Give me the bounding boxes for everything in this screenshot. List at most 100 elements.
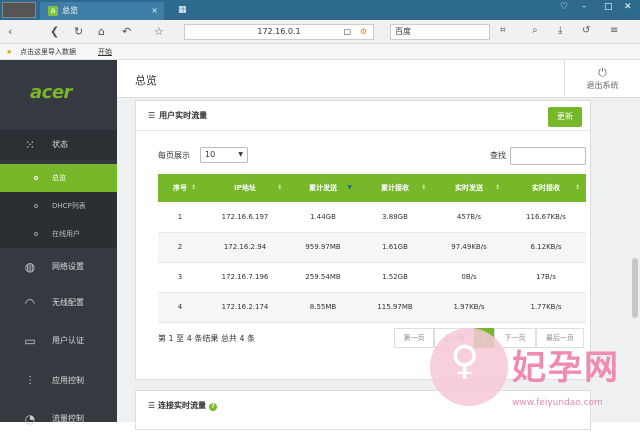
crop-icon[interactable]: ⌗ <box>500 25 506 36</box>
column-header[interactable]: IP地址 ⇕ <box>202 174 288 202</box>
bullet-icon <box>34 232 38 236</box>
column-header[interactable]: 序号 ⇕ <box>158 174 202 202</box>
tab-close-icon[interactable]: × <box>151 2 158 20</box>
panel-title: ☰ 用户实时流量 <box>148 110 207 121</box>
menu-icon[interactable]: ≡ <box>610 25 618 36</box>
speed-icon: ◔ <box>24 412 36 426</box>
sidebar-item-label: 无线配置 <box>52 298 84 307</box>
scrollbar-thumb[interactable] <box>632 258 638 318</box>
sidebar: acer ⁙ 状态 总览 DHCP列表 在线用户 ◍ 网络设置 ◠ 无线配置 ▭… <box>0 60 117 426</box>
table-cell: 457B/s <box>432 202 506 233</box>
panel-title-text: 用户实时流量 <box>159 111 208 120</box>
list-icon: ☰ <box>148 111 156 120</box>
column-label: 实时接收 <box>532 184 560 192</box>
sidebar-item-label: 状态 <box>52 140 68 149</box>
undo-icon[interactable]: ↶ <box>122 25 131 38</box>
table-cell: 3 <box>158 262 202 293</box>
sort-icon: ⇕ <box>574 184 580 191</box>
column-header[interactable]: 实时发送 ⇕ <box>432 174 506 202</box>
page-size-select[interactable]: 10 ▼ <box>200 147 248 163</box>
logout-label: 退出系统 <box>586 81 619 90</box>
sort-icon: ⇕ <box>420 184 426 191</box>
refresh-button[interactable]: 更新 <box>548 107 582 127</box>
maximize-icon[interactable]: □ <box>604 2 613 12</box>
table-cell: 17B/s <box>506 262 586 293</box>
column-label: 累计发送 <box>309 184 337 192</box>
help-icon[interactable]: ? <box>208 403 217 411</box>
page-size-label: 每页展示 <box>158 151 190 160</box>
column-header[interactable]: 累计发送 ▼ <box>288 174 358 202</box>
page-title: 总览 <box>135 74 157 87</box>
back-icon[interactable]: ‹ <box>8 25 12 38</box>
bookmark-start-link[interactable]: 开始 <box>98 44 112 60</box>
minimize-icon[interactable]: – <box>582 2 587 12</box>
list-icon: ☰ <box>148 401 158 410</box>
bookmark-import-link[interactable]: 点击这里导入数据 <box>20 44 76 60</box>
engine-switch-icon[interactable]: ⚙ <box>360 25 367 39</box>
table-search-input[interactable] <box>510 147 586 165</box>
refresh-icon[interactable]: ↻ <box>74 25 83 38</box>
undo-close-icon[interactable]: ↺ <box>582 25 590 36</box>
home-icon[interactable]: ⌂ <box>98 25 105 38</box>
bullet-icon <box>34 204 38 208</box>
sidebar-sub-label: DHCP列表 <box>52 202 86 210</box>
sort-icon: ⇕ <box>494 184 500 191</box>
sidebar-item-network[interactable]: ◍ 网络设置 <box>0 252 117 282</box>
sidebar-sub-overview[interactable]: 总览 <box>0 164 117 192</box>
column-label: 累计接收 <box>381 184 409 192</box>
sidebar-item-label: 流量控制 <box>52 414 84 423</box>
power-icon: ⏻ <box>598 66 607 79</box>
watermark: ♀ 妃孕网 www.feiyundao.com <box>428 328 640 422</box>
tab-grid-icon[interactable]: ▦ <box>178 5 187 15</box>
back-arrow-icon[interactable]: ❮ <box>50 25 59 38</box>
table-cell: 3.88GB <box>358 202 432 233</box>
page-header: 总览 ⏻ 退出系统 <box>117 60 640 98</box>
download-icon[interactable]: ⤓ <box>558 25 562 36</box>
search-engine-label: 百度 <box>395 27 411 36</box>
table-cell: 0B/s <box>432 262 506 293</box>
address-bar[interactable]: 172.16.0.1 ▢ ⚙ <box>184 24 374 40</box>
sort-icon: ⇕ <box>190 184 196 191</box>
bookmark-star-icon: ★ <box>6 48 13 56</box>
wifi-icon: ◠ <box>24 296 36 310</box>
table-cell: 172.16.6.197 <box>202 202 288 233</box>
watermark-url: www.feiyundao.com <box>512 398 603 408</box>
page-icon: ▢ <box>343 27 351 36</box>
table-cell: 116.67KB/s <box>506 202 586 233</box>
column-header[interactable]: 累计接收 ⇕ <box>358 174 432 202</box>
panel-header: ☰ 用户实时流量 更新 <box>136 101 592 131</box>
watermark-text: 妃孕网 <box>512 348 620 388</box>
table-cell: 4 <box>158 292 202 323</box>
table-cell: 1.97KB/s <box>432 292 506 323</box>
browser-menu-button[interactable] <box>2 2 36 18</box>
browser-tab[interactable]: a 总览 × <box>40 2 164 20</box>
panel-title: ☰ 连接实时流量? <box>148 400 217 411</box>
sidebar-item-auth[interactable]: ▭ 用户认证 <box>0 326 117 356</box>
page-size-value: 10 <box>205 150 216 159</box>
column-header[interactable]: 实时接收 ⇕ <box>506 174 586 202</box>
brand-logo: acer <box>30 82 72 103</box>
search-label: 查找 <box>490 151 506 160</box>
table-cell: 172.16.2.174 <box>202 292 288 323</box>
sidebar-item-app-control[interactable]: ⫶ 应用控制 <box>0 366 117 396</box>
table-cell: 1.61GB <box>358 232 432 263</box>
traffic-table: 序号 ⇕ IP地址 ⇕ 累计发送 ▼ 累计接收 ⇕ 实时发送 ⇕ 实时接收 ⇕ 1 172.… <box>158 174 586 323</box>
favorite-star-icon[interactable]: ☆ <box>154 25 164 38</box>
table-cell: 1 <box>158 202 202 233</box>
table-cell: 97.49KB/s <box>432 232 506 263</box>
sidebar-item-label: 应用控制 <box>52 376 84 385</box>
sidebar-item-flow-control[interactable]: ◔ 流量控制 <box>0 404 117 434</box>
skin-icon[interactable]: ♡ <box>560 2 568 12</box>
pregnant-woman-icon: ♀ <box>450 338 480 384</box>
globe-icon: ◍ <box>24 260 36 274</box>
sidebar-item-wireless[interactable]: ◠ 无线配置 <box>0 288 117 318</box>
sidebar-sub-dhcp[interactable]: DHCP列表 <box>0 192 117 220</box>
sidebar-sub-online-users[interactable]: 在线用户 <box>0 220 117 248</box>
sliders-icon: ⫶ <box>28 374 32 388</box>
logout-button[interactable]: ⏻ 退出系统 <box>564 60 640 98</box>
table-cell: 8.55MB <box>288 292 358 323</box>
sidebar-item-status[interactable]: ⁙ 状态 <box>0 130 117 160</box>
search-box[interactable]: 百度 <box>390 24 490 40</box>
search-icon[interactable]: ⌕ <box>532 25 538 36</box>
window-close-icon[interactable]: ✕ <box>624 2 632 12</box>
